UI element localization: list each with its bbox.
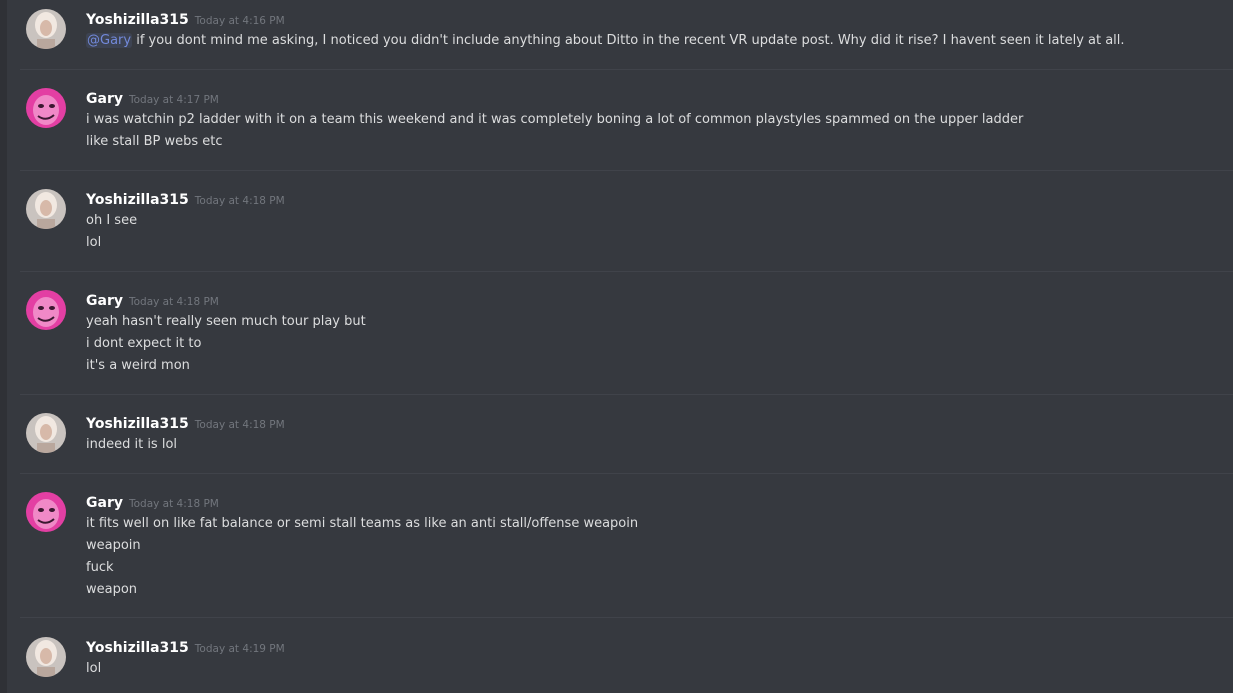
username[interactable]: Yoshizilla315	[86, 192, 189, 208]
message-text: like stall BP webs etc	[86, 134, 223, 149]
message-header: Yoshizilla315 Today at 4:19 PM	[86, 637, 285, 659]
user-mention[interactable]: @Gary	[86, 33, 133, 48]
username[interactable]: Yoshizilla315	[86, 416, 189, 432]
message-text: lol	[86, 235, 102, 250]
avatar[interactable]	[26, 9, 66, 49]
username[interactable]: Yoshizilla315	[86, 12, 189, 28]
message-text: it's a weird mon	[86, 358, 190, 373]
username[interactable]: Gary	[86, 91, 123, 107]
message-text: indeed it is lol	[86, 437, 178, 452]
timestamp: Today at 4:18 PM	[194, 195, 285, 207]
message-text: weapoin	[86, 538, 141, 553]
username[interactable]: Gary	[86, 293, 123, 309]
timestamp: Today at 4:16 PM	[194, 15, 285, 27]
message-text: i dont expect it to	[86, 336, 202, 351]
message-header: Yoshizilla315 Today at 4:18 PM	[86, 189, 285, 211]
avatar[interactable]	[26, 637, 66, 677]
message-text: yeah hasn't really seen much tour play b…	[86, 314, 366, 329]
message-list: Yoshizilla315 Today at 4:16 PM @Gary if y…	[7, 0, 1233, 693]
message-content: if you dont mind me asking, I noticed yo…	[132, 33, 1125, 48]
avatar[interactable]	[26, 189, 66, 229]
message-divider	[20, 170, 1233, 171]
username[interactable]: Yoshizilla315	[86, 640, 189, 656]
message-header: Yoshizilla315 Today at 4:16 PM	[86, 9, 285, 31]
avatar[interactable]	[26, 290, 66, 330]
message-text: lol	[86, 661, 102, 676]
message-divider	[20, 617, 1233, 618]
avatar[interactable]	[26, 88, 66, 128]
message-header: Gary Today at 4:17 PM	[86, 88, 219, 110]
message-text: @Gary if you dont mind me asking, I noti…	[86, 30, 1125, 52]
message-header: Gary Today at 4:18 PM	[86, 492, 219, 514]
timestamp: Today at 4:18 PM	[128, 296, 219, 308]
timestamp: Today at 4:18 PM	[194, 419, 285, 431]
message-text: i was watchin p2 ladder with it on a tea…	[86, 112, 1024, 127]
message-divider	[20, 271, 1233, 272]
message-divider	[20, 473, 1233, 474]
left-sidebar-edge	[0, 0, 7, 693]
message-text: fuck	[86, 560, 114, 575]
username[interactable]: Gary	[86, 495, 123, 511]
message-header: Gary Today at 4:18 PM	[86, 290, 219, 312]
message-header: Yoshizilla315 Today at 4:18 PM	[86, 413, 285, 435]
message-divider	[20, 394, 1233, 395]
message-text: weapon	[86, 582, 138, 597]
timestamp: Today at 4:17 PM	[128, 94, 219, 106]
message-text: it fits well on like fat balance or semi…	[86, 516, 639, 531]
avatar[interactable]	[26, 492, 66, 532]
avatar[interactable]	[26, 413, 66, 453]
timestamp: Today at 4:19 PM	[194, 643, 285, 655]
timestamp: Today at 4:18 PM	[128, 498, 219, 510]
message-divider	[20, 69, 1233, 70]
message-text: oh I see	[86, 213, 138, 228]
